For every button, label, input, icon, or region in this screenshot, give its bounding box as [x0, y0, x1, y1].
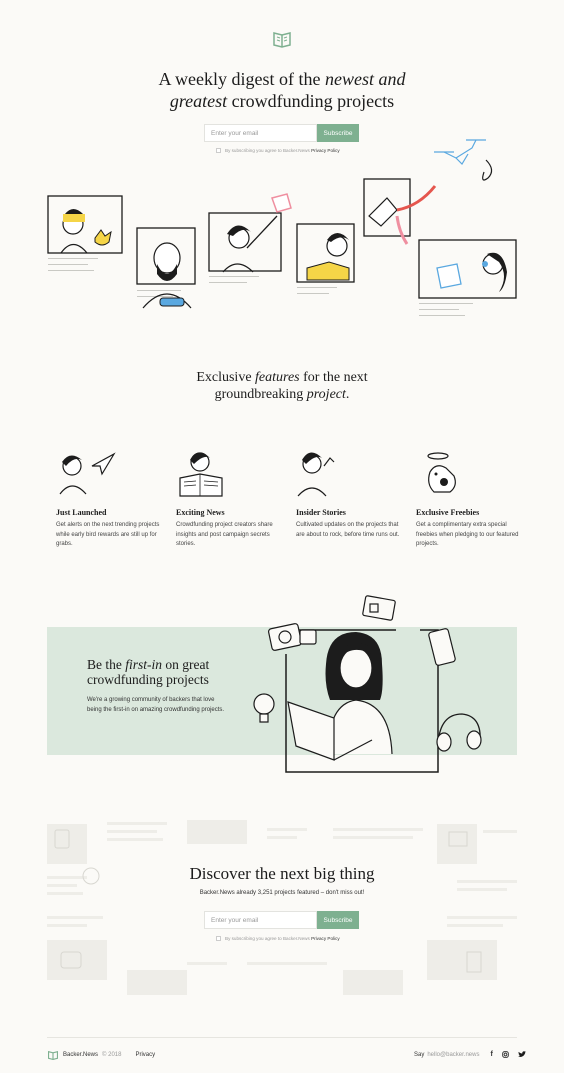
- subscribe-button[interactable]: Subscribe: [317, 911, 359, 929]
- drone-illustration: [434, 139, 493, 181]
- hero-title: A weekly digest of the newest and greate…: [158, 69, 406, 111]
- consent-row: By subscribing you agree to Backer.News …: [216, 148, 340, 153]
- thinking-person-icon: [297, 452, 335, 497]
- hero-illustration-art: [47, 153, 517, 316]
- consent-checkbox[interactable]: [216, 148, 221, 153]
- paper-plane-person-icon: [59, 452, 116, 495]
- instagram-icon[interactable]: [502, 1051, 509, 1058]
- hero-illustration: [47, 153, 522, 324]
- features-title: Exclusive features for the next groundbr…: [196, 370, 368, 402]
- footer-right: Say hello@backer.news f: [414, 1051, 526, 1058]
- footer-email-link[interactable]: hello@backer.news: [427, 1052, 479, 1058]
- footer-divider: [47, 1037, 517, 1038]
- email-input[interactable]: [204, 911, 317, 929]
- first-in-illustration: [253, 595, 482, 773]
- feature-text: Get alerts on the next trending projects…: [56, 522, 160, 547]
- first-in-title: Be the first-in on great crowdfunding pr…: [87, 657, 210, 687]
- footer-brand[interactable]: Backer.News: [63, 1052, 98, 1058]
- privacy-policy-link[interactable]: Privacy Policy: [311, 936, 340, 941]
- feature-text: Cultivated updates on the projects that …: [296, 522, 400, 538]
- consent-row: By subscribing you agree to Backer.News …: [216, 936, 340, 941]
- discover-subtitle: Backer.News already 3,251 projects featu…: [199, 890, 365, 896]
- footer-say: Say: [414, 1051, 425, 1058]
- newspaper-person-icon: [179, 452, 223, 497]
- discover-subscribe-form: Subscribe: [204, 911, 359, 929]
- feature-title: Exciting News: [176, 508, 225, 517]
- discover-title: Discover the next big thing: [189, 864, 375, 883]
- subscribe-button[interactable]: Subscribe: [317, 124, 359, 142]
- first-in-text: We're a growing community of backers tha…: [87, 697, 225, 713]
- feature-card-insider-stories: Insider Stories Cultivated updates on th…: [296, 508, 406, 540]
- book-logo-icon[interactable]: [47, 1050, 59, 1060]
- halo-dog-icon: [427, 452, 456, 493]
- feature-card-exciting-news: Exciting News Crowdfunding project creat…: [176, 508, 286, 550]
- feature-title: Exclusive Freebies: [416, 508, 480, 517]
- consent-text: By subscribing you agree to Backer.News …: [225, 936, 340, 941]
- footer-left: Backer.News © 2018 Privacy: [47, 1050, 155, 1060]
- consent-checkbox[interactable]: [216, 936, 221, 941]
- feature-card-just-launched: Just Launched Get alerts on the next tre…: [56, 508, 166, 550]
- footer-privacy-link[interactable]: Privacy: [135, 1052, 155, 1058]
- email-input[interactable]: [204, 124, 317, 142]
- hero-subscribe-form: Subscribe: [204, 124, 359, 142]
- feature-card-exclusive-freebies: Exclusive Freebies Get a complimentary e…: [416, 508, 526, 550]
- book-logo-icon[interactable]: [272, 30, 292, 48]
- consent-text: By subscribing you agree to Backer.News …: [225, 148, 340, 153]
- feature-title: Insider Stories: [296, 508, 346, 517]
- ghost-pattern: [47, 820, 517, 995]
- privacy-policy-link[interactable]: Privacy Policy: [311, 148, 340, 153]
- feature-title: Just Launched: [56, 508, 107, 517]
- footer-copyright: © 2018: [102, 1052, 122, 1058]
- feature-text: Crowdfunding project creators share insi…: [176, 522, 273, 547]
- discover-background-pattern: [47, 820, 517, 995]
- feature-text: Get a complimentary extra special freebi…: [416, 522, 519, 547]
- facebook-icon[interactable]: f: [490, 1051, 492, 1058]
- twitter-icon[interactable]: [517, 1051, 526, 1058]
